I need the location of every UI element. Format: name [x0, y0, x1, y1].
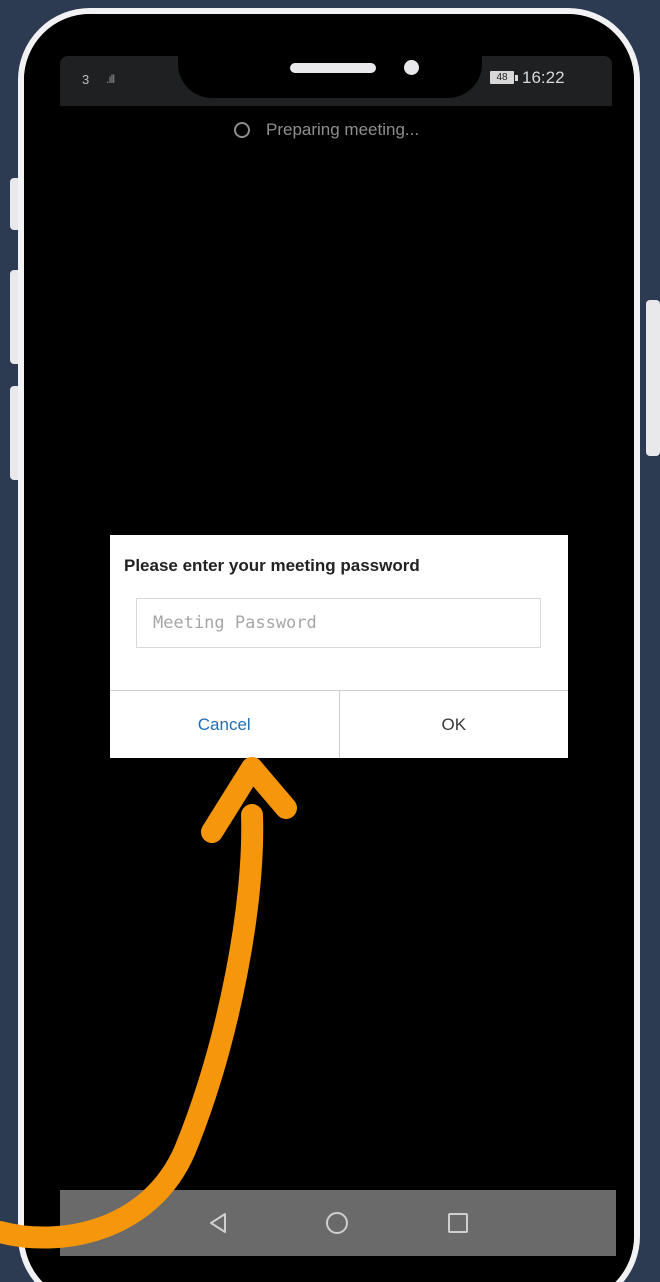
- password-dialog: Please enter your meeting password Cance…: [110, 535, 568, 758]
- camera-icon: [404, 60, 419, 75]
- spinner-icon: [234, 122, 250, 138]
- status-time: 16:22: [522, 68, 565, 87]
- canvas: 3 .ıll 48 16:22 Preparing meeting... Ple…: [0, 0, 660, 1282]
- signal-icon: .ıll: [106, 72, 115, 86]
- back-icon[interactable]: [206, 1211, 230, 1235]
- dialog-actions: Cancel OK: [110, 690, 568, 758]
- speaker-icon: [290, 63, 376, 73]
- phone-notch: [178, 14, 482, 98]
- loading-indicator: Preparing meeting...: [234, 120, 419, 140]
- phone-screen: 3 .ıll 48 16:22 Preparing meeting... Ple…: [24, 14, 634, 1282]
- battery-level: 48: [496, 72, 508, 83]
- ok-button[interactable]: OK: [339, 691, 568, 758]
- recent-apps-icon[interactable]: [448, 1213, 468, 1233]
- phone-frame: 3 .ıll 48 16:22 Preparing meeting... Ple…: [18, 8, 640, 1282]
- battery-tip: [515, 75, 518, 81]
- battery-icon: 48: [490, 71, 514, 84]
- phone-side-button-right: [646, 300, 660, 456]
- carrier-label: 3: [82, 72, 90, 87]
- cancel-button[interactable]: Cancel: [110, 691, 340, 758]
- dialog-title: Please enter your meeting password: [124, 556, 420, 575]
- navigation-bar: [60, 1190, 616, 1256]
- meeting-password-input[interactable]: [136, 598, 541, 648]
- home-icon[interactable]: [326, 1212, 348, 1234]
- loading-text: Preparing meeting...: [266, 120, 420, 139]
